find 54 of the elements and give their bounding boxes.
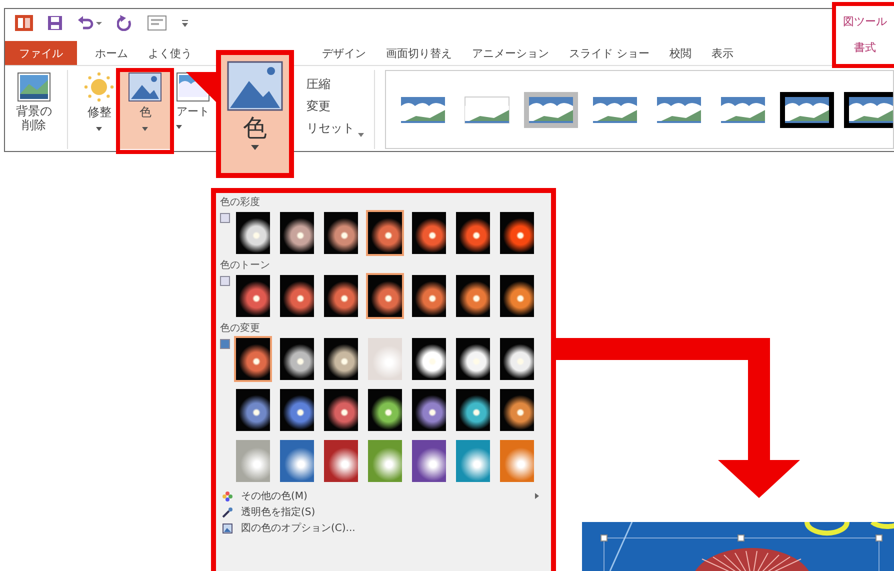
section-heading: 色のトーン: [220, 259, 271, 273]
ribbon-tab[interactable]: ホーム: [85, 41, 138, 65]
menu-item-label: 透明色を指定(S): [241, 506, 316, 519]
caret-icon: [96, 127, 102, 131]
picture-options-icon: [222, 522, 233, 534]
button-label: 色: [243, 115, 267, 142]
file-tab[interactable]: ファイル: [5, 41, 77, 65]
context-label: 図ツール: [843, 14, 887, 29]
color-preset-thumbnail[interactable]: [366, 210, 404, 256]
section-heading: 色の変更: [220, 322, 261, 336]
ribbon-tab[interactable]: 画面切り替え: [376, 41, 462, 65]
corrections-button[interactable]: 修整: [78, 70, 120, 149]
color-button[interactable]: 色: [120, 70, 170, 149]
ribbon-tab[interactable]: デザイン: [312, 41, 376, 65]
picture-icon: [128, 72, 162, 102]
ribbon-tab[interactable]: アニメーション: [462, 41, 559, 65]
ribbon-tab[interactable]: よく使う: [138, 41, 202, 65]
caret-icon: [358, 133, 364, 137]
eyedropper-icon: [222, 506, 233, 518]
picture-icon: [220, 213, 230, 223]
palette-icon: [222, 490, 233, 502]
ribbon-command[interactable]: リセット: [306, 120, 354, 137]
picture-style-icon[interactable]: [844, 90, 893, 130]
picture-icon: [220, 339, 230, 349]
slideshow-icon[interactable]: [147, 15, 167, 31]
sun-icon: [82, 72, 116, 102]
section-heading: 色の彩度: [220, 196, 261, 210]
ribbon-command[interactable]: 変更: [306, 98, 354, 115]
submenu-arrow-icon: [535, 493, 539, 499]
ribbon-command[interactable]: 圧縮: [306, 76, 354, 93]
menu-item-label: 図の色のオプション(C)...: [241, 522, 356, 535]
undo-icon[interactable]: [77, 15, 103, 31]
menu-item-label: その他の色(M): [241, 490, 308, 503]
picture-icon: [220, 276, 230, 286]
caret-icon: [142, 127, 148, 131]
save-icon[interactable]: [47, 15, 63, 31]
picture-icon: [227, 61, 283, 111]
picture-style-icon[interactable]: [780, 90, 834, 130]
caret-icon: [251, 145, 259, 150]
ribbon-tab[interactable]: 書式: [850, 35, 880, 59]
picture-icon: [17, 72, 52, 102]
ribbon-tab[interactable]: スライド ショー: [559, 41, 660, 65]
caret-icon: [176, 125, 182, 129]
customize-icon[interactable]: [181, 18, 189, 28]
color-preset-thumbnail[interactable]: [234, 336, 272, 382]
redo-icon[interactable]: [117, 15, 133, 31]
menu-item[interactable]: 図の色のオプション(C)...: [220, 520, 547, 536]
remove-background-button[interactable]: 背景の削除: [11, 70, 58, 149]
app-logo-icon: [15, 15, 33, 31]
menu-item[interactable]: その他の色(M): [220, 488, 547, 504]
menu-item[interactable]: 透明色を指定(S): [220, 504, 547, 520]
ribbon-tab[interactable]: 校閲: [660, 41, 702, 65]
ribbon-tab[interactable]: 表示: [702, 41, 744, 65]
color-preset-thumbnail[interactable]: [366, 273, 404, 319]
